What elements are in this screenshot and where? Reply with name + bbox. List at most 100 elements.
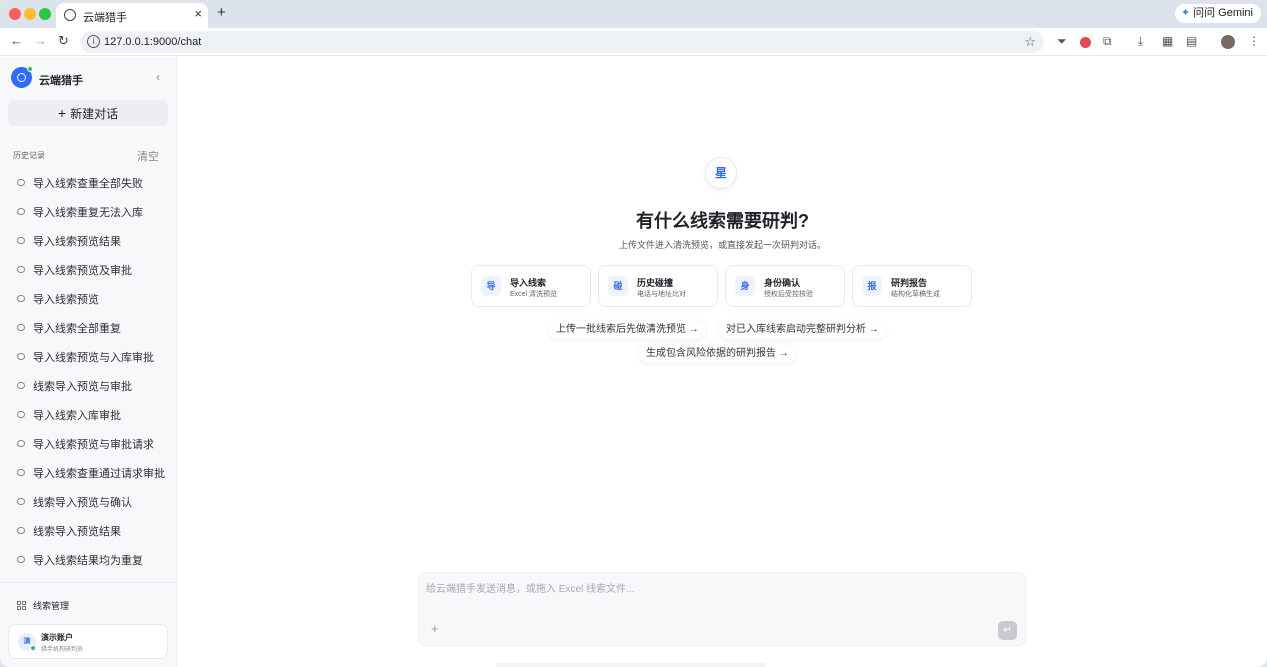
history-item-label: 导入线索查重全部失败 — [33, 177, 143, 190]
address-bar[interactable]: i 127.0.0.1:9000/chat ☆ — [80, 31, 1044, 53]
history-item-label: 导入线索预览与审批请求 — [33, 438, 154, 451]
chat-bubble-icon — [17, 353, 25, 360]
app-name: 云端猎手 — [39, 75, 83, 87]
history-item-label: 线索导入预览与确认 — [33, 496, 132, 509]
history-item[interactable]: 导入线索预览结果 — [0, 226, 177, 255]
chat-bubble-icon — [17, 208, 25, 215]
send-button[interactable]: ↵ — [998, 621, 1017, 640]
attach-plus-icon[interactable]: + — [431, 621, 439, 636]
import-icon: 导 — [481, 276, 501, 296]
history-item[interactable]: 线索导入预览结果 — [0, 516, 177, 545]
downloads-icon[interactable]: ⤓ — [1138, 34, 1143, 49]
star-badge-icon: 星 — [705, 157, 737, 189]
extensions-puzzle-icon[interactable]: ⧉ — [1103, 34, 1112, 49]
collapse-sidebar-icon[interactable]: ‹ — [156, 70, 160, 84]
back-arrow-icon[interactable]: ← — [10, 33, 23, 48]
card-title: 导入线索 — [510, 278, 547, 288]
minimize-window-button[interactable] — [24, 8, 36, 20]
ask-gemini-label: 问问 Gemini — [1193, 7, 1253, 19]
site-info-icon[interactable]: i — [87, 35, 100, 48]
history-item-label: 导入线索入库审批 — [33, 409, 121, 422]
history-item-label: 导入线索预览 — [33, 293, 99, 306]
suggestion-chip[interactable]: 生成包含风险依据的研判报告 → — [639, 345, 796, 363]
bottom-scroll-strip — [496, 663, 766, 667]
account-card[interactable]: 演 演示账户 猎手机构研判员 — [8, 624, 168, 659]
identity-check-card[interactable]: 身 身份确认 授权后受控核验 — [725, 265, 845, 307]
card-subtitle: 电话与地址比对 — [637, 291, 686, 298]
history-item[interactable]: 导入线索查重通过请求审批 — [0, 458, 177, 487]
history-item-label: 导入线索预览与入库审批 — [33, 351, 154, 364]
history-item[interactable]: 导入线索入库审批 — [0, 400, 177, 429]
identity-icon: 身 — [735, 276, 755, 296]
leads-management-link[interactable]: 线索管理 — [17, 599, 69, 612]
sidebar: 云端猎手 ‹ + 新建对话 历史记录 清空 导入线索查重全部失败 导入线索重复无法… — [0, 57, 177, 667]
history-item[interactable]: 导入线索预览及审批 — [0, 255, 177, 284]
chat-bubble-icon — [17, 411, 25, 418]
browser-window: 云端猎手 × + ✦ 问问 Gemini ← → ↻ i 127.0.0.1:9… — [0, 0, 1267, 667]
chat-bubble-icon — [17, 295, 25, 302]
profile-avatar[interactable] — [1221, 35, 1235, 49]
account-name: 演示账户 — [41, 633, 73, 642]
maximize-window-button[interactable] — [39, 8, 51, 20]
history-collision-card[interactable]: 碰 历史碰撞 电话与地址比对 — [598, 265, 718, 307]
online-status-dot — [27, 66, 33, 72]
forward-arrow-icon[interactable]: → — [34, 33, 47, 48]
chat-bubble-icon — [17, 556, 25, 563]
history-item[interactable]: 导入线索重复无法入库 — [0, 197, 177, 226]
page-title: 有什么线索需要研判? — [636, 211, 809, 231]
history-item-label: 线索导入预览与审批 — [33, 380, 132, 393]
card-subtitle: 授权后受控核验 — [764, 291, 813, 298]
message-input[interactable] — [426, 580, 986, 598]
card-subtitle: Excel 清洗预览 — [510, 291, 558, 298]
message-composer: + ↵ — [418, 572, 1026, 646]
extension-filter-icon[interactable]: ⏷ — [1057, 34, 1067, 49]
import-leads-card[interactable]: 导 导入线索 Excel 清洗预览 — [471, 265, 591, 307]
chat-bubble-icon — [17, 498, 25, 505]
page-subtitle: 上传文件进入清洗预览，或直接发起一次研判对话。 — [618, 240, 826, 250]
gemini-sparkle-icon: ✦ — [1180, 7, 1191, 19]
plus-icon: + — [57, 105, 67, 121]
clear-history-button[interactable]: 清空 — [137, 148, 159, 164]
history-item[interactable]: 导入线索结果均为重复 — [0, 545, 177, 574]
new-tab-button[interactable]: + — [217, 4, 226, 21]
reload-icon[interactable]: ↻ — [58, 33, 69, 49]
history-item[interactable]: 导入线索预览与审批请求 — [0, 429, 177, 458]
report-icon: 报 — [862, 276, 882, 296]
chat-bubble-icon — [17, 469, 25, 476]
history-item[interactable]: 线索导入预览与确认 — [0, 487, 177, 516]
chat-bubble-icon — [17, 440, 25, 447]
tab-layout-icon[interactable]: ▦ — [1162, 34, 1173, 48]
globe-icon — [64, 9, 76, 21]
chat-bubble-icon — [17, 382, 25, 389]
suggestion-chip[interactable]: 对已入库线索启动完整研判分析 → — [719, 321, 886, 339]
chat-bubble-icon — [17, 237, 25, 244]
sidebar-divider — [0, 582, 177, 583]
history-item-label: 导入线索重复无法入库 — [33, 206, 143, 219]
tab-title: 云端猎手 — [83, 12, 127, 24]
report-card[interactable]: 报 研判报告 结构化草稿生成 — [852, 265, 972, 307]
extension-badge-icon[interactable] — [1080, 37, 1091, 48]
reading-mode-icon[interactable]: ▤ — [1186, 34, 1197, 48]
history-item[interactable]: 线索导入预览与审批 — [0, 371, 177, 400]
history-item[interactable]: 导入线索查重全部失败 — [0, 168, 177, 197]
suggestion-chip[interactable]: 上传一批线索后先做清洗预览 → — [549, 321, 706, 339]
more-menu-icon[interactable]: ⋮ — [1248, 34, 1260, 48]
history-item[interactable]: 导入线索预览 — [0, 284, 177, 313]
chat-bubble-icon — [17, 527, 25, 534]
leads-management-label: 线索管理 — [33, 601, 70, 611]
history-item-label: 线索导入预览结果 — [33, 525, 121, 538]
new-chat-label: 新建对话 — [70, 107, 119, 121]
chat-bubble-icon — [17, 266, 25, 273]
browser-tab[interactable]: 云端猎手 × — [56, 3, 208, 28]
new-chat-button[interactable]: + 新建对话 — [8, 100, 168, 126]
card-title: 研判报告 — [891, 278, 928, 288]
history-item[interactable]: 导入线索全部重复 — [0, 313, 177, 342]
close-window-button[interactable] — [9, 8, 21, 20]
history-item-label: 导入线索结果均为重复 — [33, 554, 143, 567]
history-item[interactable]: 导入线索预览与入库审批 — [0, 342, 177, 371]
close-tab-icon[interactable]: × — [194, 6, 202, 21]
bookmark-star-icon[interactable]: ☆ — [1024, 34, 1036, 50]
quick-action-cards: 导 导入线索 Excel 清洗预览 碰 历史碰撞 电话与地址比对 身 身份确认 … — [471, 265, 972, 307]
card-title: 身份确认 — [764, 278, 801, 288]
ask-gemini-button[interactable]: ✦ 问问 Gemini — [1174, 4, 1261, 23]
